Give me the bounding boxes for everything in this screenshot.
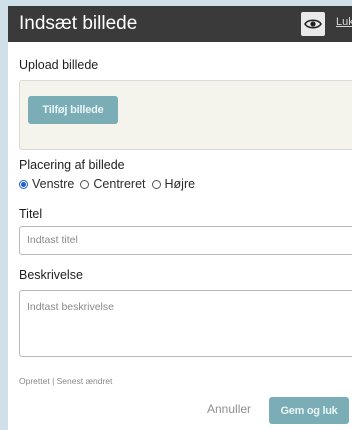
placement-radio-group: Venstre Centreret Højre: [19, 177, 201, 191]
radio-right[interactable]: [151, 179, 161, 189]
radio-left[interactable]: [19, 179, 28, 189]
radio-center[interactable]: [80, 179, 90, 189]
placement-option-label: Centreret: [93, 177, 146, 191]
placement-option-label: Venstre: [32, 177, 75, 191]
title-input[interactable]: Indtast titel: [19, 226, 352, 255]
placement-label: Placering af billede: [19, 158, 125, 172]
cancel-button[interactable]: Annuller: [207, 402, 251, 416]
title-label: Titel: [19, 207, 43, 221]
dialog-header: Indsæt billede Luk: [8, 6, 352, 42]
upload-area: Tilføj billede: [19, 80, 352, 150]
title-placeholder: Indtast titel: [27, 234, 78, 246]
description-label: Beskrivelse: [19, 268, 83, 282]
placement-option-left[interactable]: Venstre: [19, 177, 74, 191]
placement-option-right[interactable]: Højre: [151, 177, 196, 191]
placement-option-center[interactable]: Centreret: [80, 177, 146, 191]
eye-icon: [304, 19, 322, 29]
description-textarea[interactable]: Indtast beskrivelse: [19, 290, 352, 357]
add-image-button[interactable]: Tilføj billede: [28, 96, 118, 124]
preview-button[interactable]: [301, 12, 325, 36]
created-modified-info: Oprettet | Senest ændret: [19, 376, 113, 386]
insert-image-dialog: Indsæt billede Luk Upload billede Tilføj…: [8, 6, 352, 430]
close-link[interactable]: Luk: [336, 16, 352, 28]
description-placeholder: Indtast beskrivelse: [27, 301, 114, 313]
placement-option-label: Højre: [164, 177, 196, 191]
upload-label: Upload billede: [19, 58, 99, 72]
dialog-title: Indsæt billede: [19, 13, 138, 34]
save-and-close-button[interactable]: Gem og luk: [269, 397, 349, 424]
